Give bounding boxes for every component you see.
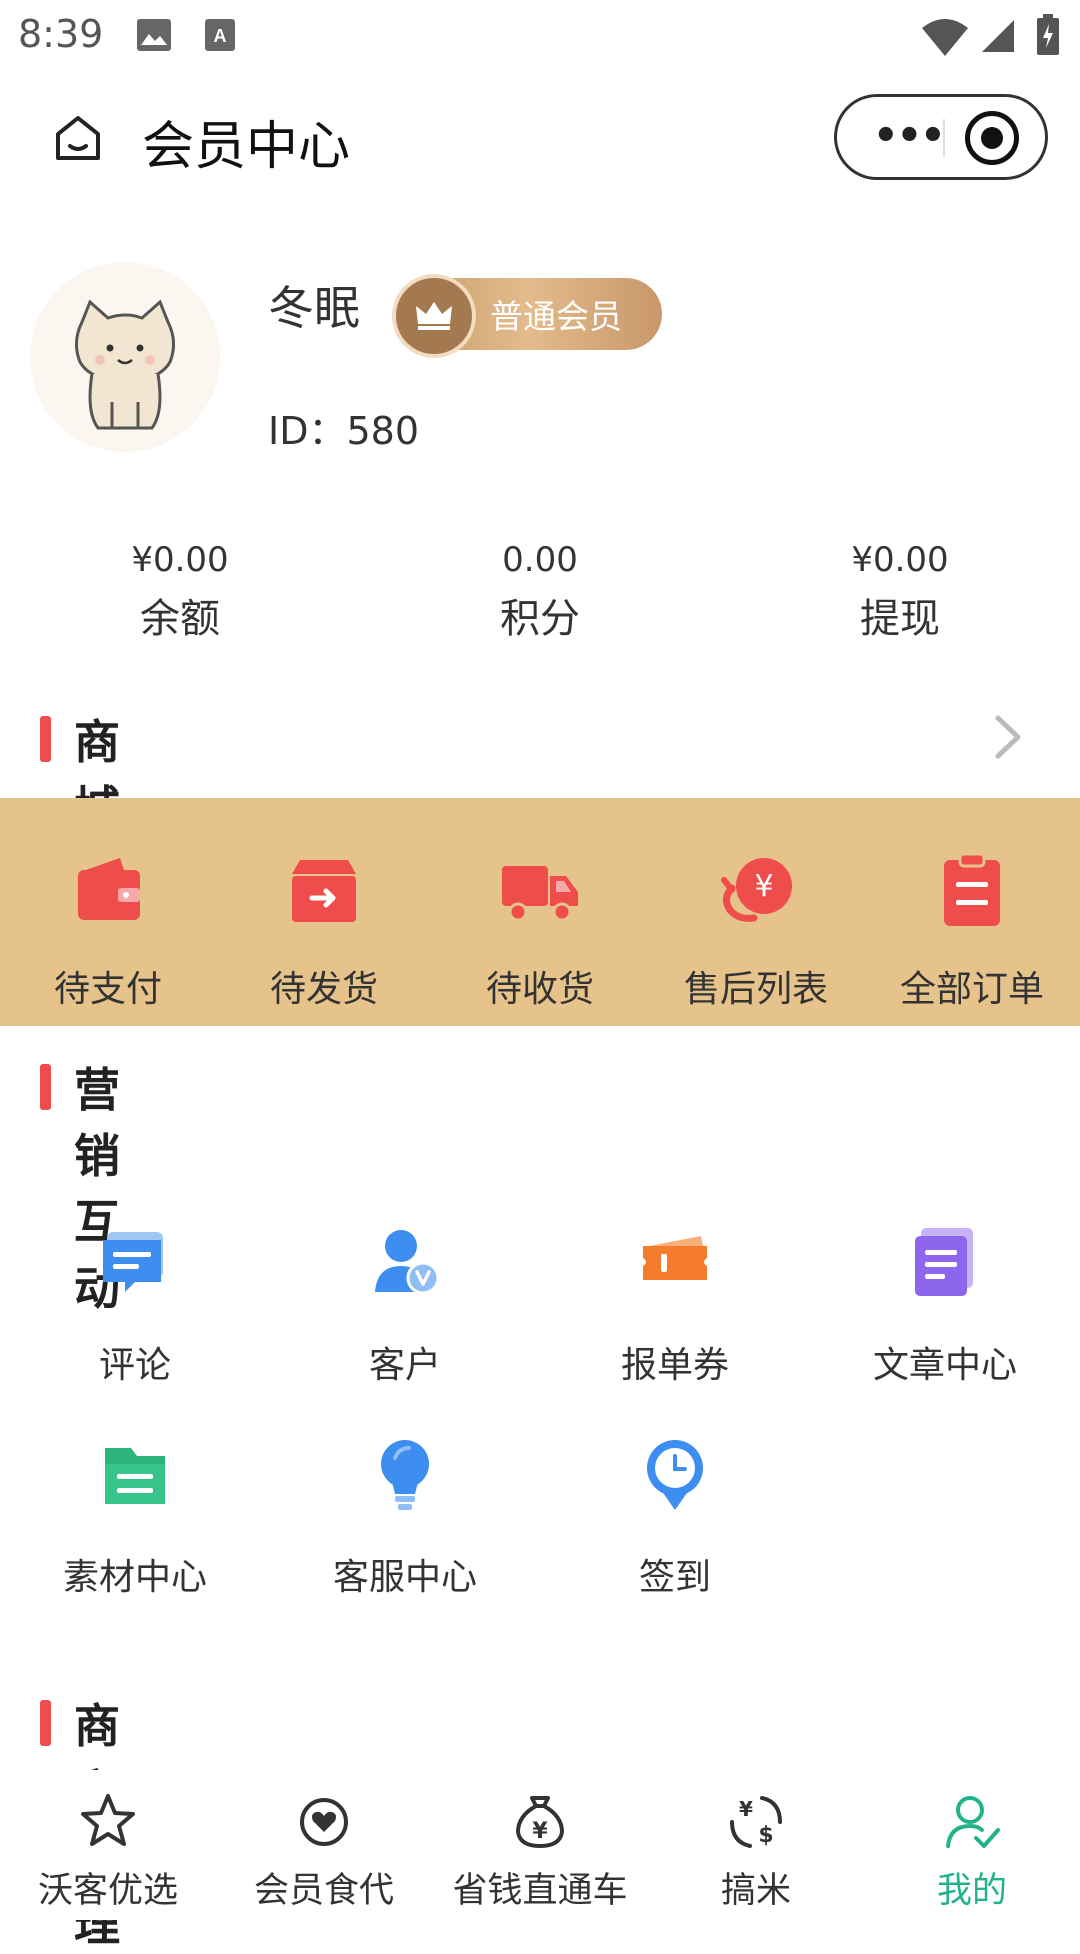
tab-money-saver[interactable]: ¥ 省钱直通车 <box>432 1792 648 1913</box>
grid-item-material-center[interactable]: 素材中心 <box>0 1434 270 1600</box>
stat-label: 提现 <box>860 596 940 642</box>
coupon-icon <box>643 1236 707 1280</box>
gallery-notification-icon <box>137 19 171 51</box>
tab-woke-selection[interactable]: 沃客优选 <box>0 1792 216 1913</box>
stat-label: 积分 <box>500 596 580 642</box>
wallet-icon <box>78 858 140 920</box>
grid-item-label: 评论 <box>98 1345 171 1386</box>
svg-text:$: $ <box>758 1823 773 1848</box>
cat-avatar-icon <box>30 262 220 452</box>
order-after-sales[interactable]: ¥ 售后列表 <box>648 850 864 1012</box>
order-item-label: 待发货 <box>269 969 378 1010</box>
status-time: 8:39 <box>18 12 104 56</box>
grid-item-service-center[interactable]: 客服中心 <box>270 1434 540 1600</box>
signal-icon <box>982 20 1014 52</box>
stat-value: ¥0.00 <box>131 540 229 580</box>
tab-label: 搞米 <box>720 1871 791 1911</box>
grid-item-coupon[interactable]: 报单券 <box>540 1222 810 1388</box>
order-item-label: 全部订单 <box>899 969 1044 1010</box>
page-title: 会员中心 <box>142 117 351 177</box>
grid-item-comment[interactable]: 评论 <box>0 1222 270 1388</box>
order-item-label: 售后列表 <box>683 969 828 1010</box>
svg-text:¥: ¥ <box>532 1819 548 1844</box>
tab-label: 会员食代 <box>253 1871 394 1911</box>
order-item-label: 待收货 <box>485 969 594 1010</box>
close-target-icon[interactable] <box>965 111 1019 165</box>
grid-item-label: 素材中心 <box>62 1557 207 1598</box>
status-bar: 8:39 A <box>0 0 1080 72</box>
capsule-divider <box>943 119 945 157</box>
user-check-icon <box>946 1796 1000 1848</box>
star-icon <box>81 1794 135 1846</box>
truck-icon <box>502 866 578 922</box>
user-id-value: 580 <box>346 409 419 453</box>
bottom-tab-bar: 沃客优选 会员食代 ¥ 省钱直通车 ¥ $ 搞米 我的 <box>0 1770 1080 1920</box>
exchange-icon: ¥ $ <box>730 1796 782 1848</box>
refund-icon: ¥ <box>721 858 792 922</box>
heart-icon <box>300 1798 348 1846</box>
stat-balance[interactable]: ¥0.00 余额 <box>30 540 330 644</box>
keyboard-notification-icon: A <box>205 19 235 51</box>
svg-text:A: A <box>214 26 227 46</box>
battery-icon <box>1037 14 1059 55</box>
bulb-icon <box>381 1440 429 1510</box>
grid-item-check-in[interactable]: 签到 <box>540 1434 810 1600</box>
grid-item-label: 报单券 <box>620 1345 729 1386</box>
stat-label: 余额 <box>140 596 220 642</box>
stat-value: 0.00 <box>502 540 578 580</box>
mini-program-capsule: ••• <box>834 94 1048 180</box>
tab-mine[interactable]: 我的 <box>864 1792 1080 1913</box>
clock-pin-icon <box>647 1440 703 1510</box>
svg-text:¥: ¥ <box>739 1797 753 1821</box>
order-status-band: 待支付 待发货 待收货 ¥ 售后列表 全部订单 <box>0 798 1080 1026</box>
tab-gaomi[interactable]: ¥ $ 搞米 <box>648 1792 864 1913</box>
more-icon[interactable]: ••• <box>873 113 946 159</box>
stat-points[interactable]: 0.00 积分 <box>390 540 690 644</box>
grid-item-label: 签到 <box>638 1557 711 1598</box>
chevron-right-icon[interactable] <box>990 712 1026 762</box>
section-accent-bar <box>40 1700 51 1746</box>
crown-icon <box>392 274 476 358</box>
home-icon[interactable] <box>52 112 104 164</box>
tab-label: 省钱直通车 <box>452 1871 628 1911</box>
wifi-icon <box>922 19 968 56</box>
folder-icon <box>105 1448 165 1504</box>
stat-withdraw[interactable]: ¥0.00 提现 <box>750 540 1050 644</box>
order-item-label: 待支付 <box>53 969 162 1010</box>
customer-icon <box>375 1230 440 1295</box>
user-id-label: ID： <box>268 409 347 453</box>
clipboard-icon <box>944 852 1000 926</box>
box-icon <box>292 860 356 922</box>
order-pending-shipment[interactable]: 待发货 <box>216 850 432 1012</box>
svg-text:¥: ¥ <box>754 869 773 904</box>
avatar[interactable] <box>30 262 220 452</box>
tab-label: 我的 <box>936 1871 1007 1911</box>
money-bag-icon: ¥ <box>516 1796 564 1848</box>
order-pending-receipt[interactable]: 待收货 <box>432 850 648 1012</box>
member-level-label: 普通会员 <box>490 297 622 336</box>
grid-item-article-center[interactable]: 文章中心 <box>810 1222 1080 1388</box>
tab-member-food[interactable]: 会员食代 <box>216 1792 432 1913</box>
grid-item-label: 文章中心 <box>872 1345 1017 1386</box>
section-accent-bar <box>40 716 51 762</box>
user-id: ID：580 <box>268 400 419 455</box>
navigation-bar: 会员中心 ••• <box>0 80 1080 200</box>
article-icon <box>915 1228 973 1296</box>
stat-value: ¥0.00 <box>851 540 949 580</box>
grid-item-label: 客服中心 <box>332 1557 477 1598</box>
section-accent-bar <box>40 1064 51 1110</box>
comment-icon <box>103 1232 163 1292</box>
grid-item-customer[interactable]: 客户 <box>270 1222 540 1388</box>
grid-item-label: 客户 <box>368 1345 441 1386</box>
order-pending-payment[interactable]: 待支付 <box>0 850 216 1012</box>
username: 冬眠 <box>268 281 360 335</box>
member-level-badge: 普通会员 <box>392 274 662 358</box>
order-all[interactable]: 全部订单 <box>864 850 1080 1012</box>
tab-label: 沃客优选 <box>37 1871 178 1911</box>
